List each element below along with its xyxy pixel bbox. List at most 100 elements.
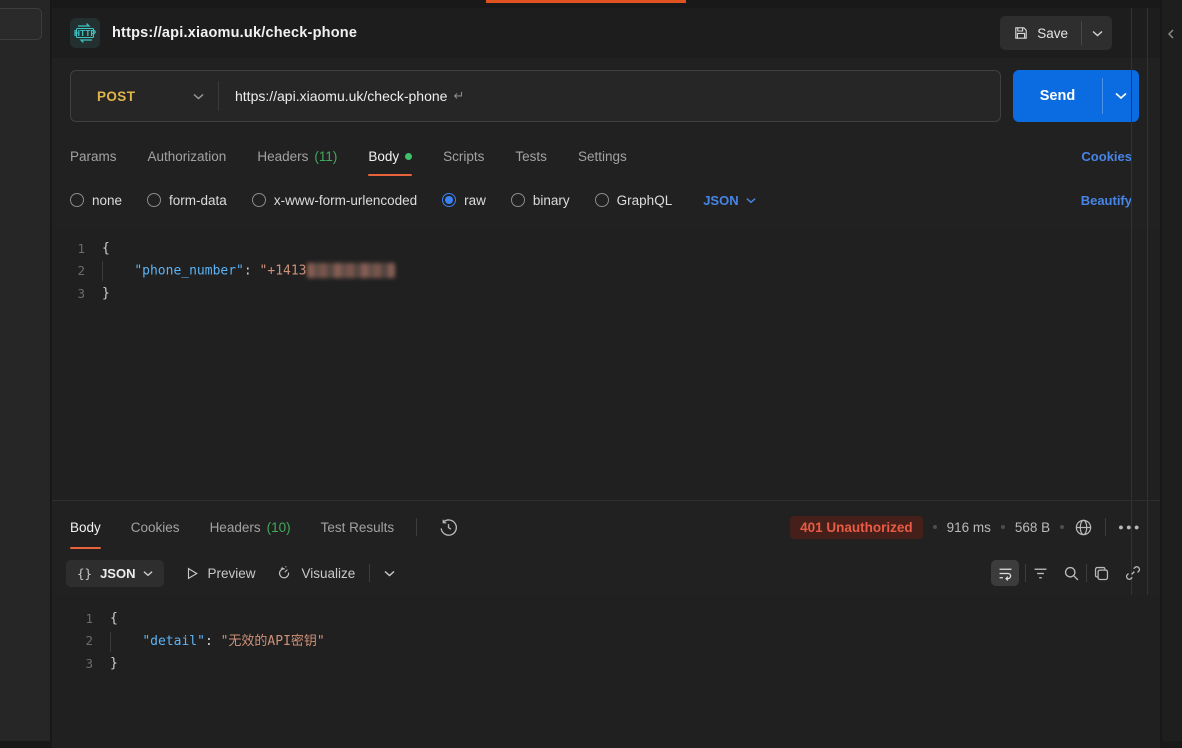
tab-body[interactable]: Body bbox=[368, 136, 412, 176]
tab-tests[interactable]: Tests bbox=[515, 136, 547, 176]
code-token: { bbox=[102, 241, 110, 256]
code-content: "phone_number": "+1413 bbox=[102, 261, 395, 281]
save-icon bbox=[1013, 25, 1029, 41]
chevron-down-icon bbox=[746, 197, 756, 204]
collapse-panel-icon[interactable] bbox=[1165, 28, 1177, 40]
response-tabs: Body Cookies Headers (10) Test Results bbox=[70, 505, 1142, 549]
divider bbox=[416, 518, 417, 536]
raw-language-selector[interactable]: JSON bbox=[703, 193, 755, 208]
right-sidebar bbox=[1161, 0, 1182, 741]
response-headers-count: (10) bbox=[267, 520, 291, 535]
code-line: 1{ bbox=[52, 237, 1159, 260]
link-icon[interactable] bbox=[1124, 564, 1142, 582]
line-number: 3 bbox=[52, 286, 102, 301]
response-tab-body[interactable]: Body bbox=[70, 505, 101, 549]
radio-binary[interactable]: binary bbox=[511, 193, 570, 208]
sidebar-partial-item[interactable] bbox=[0, 8, 42, 40]
response-format-selector[interactable]: {} JSON bbox=[66, 560, 164, 587]
dot-separator bbox=[1001, 525, 1005, 529]
code-token bbox=[103, 263, 134, 278]
url-enter-hint: ↵ bbox=[453, 88, 464, 104]
network-globe-icon[interactable] bbox=[1074, 518, 1093, 537]
line-number: 2 bbox=[52, 633, 110, 648]
response-body-editor[interactable]: 1{2 "detail": "无效的API密钥"3} bbox=[52, 601, 1160, 748]
radio-raw[interactable]: raw bbox=[442, 193, 486, 208]
more-formats-chevron[interactable] bbox=[384, 570, 395, 577]
chevron-down-icon bbox=[143, 570, 153, 577]
save-button[interactable]: Save bbox=[1000, 16, 1081, 50]
divider bbox=[1086, 564, 1087, 582]
save-options-button[interactable] bbox=[1082, 16, 1112, 50]
code-token: : bbox=[244, 263, 260, 278]
status-badge[interactable]: 401 Unauthorized bbox=[790, 516, 923, 539]
url-box: POST https://api.xiaomu.uk/check-phone ↵ bbox=[70, 70, 1001, 122]
tab-headers[interactable]: Headers (11) bbox=[257, 136, 337, 176]
response-tab-cookies[interactable]: Cookies bbox=[131, 505, 180, 549]
response-time[interactable]: 916 ms bbox=[947, 520, 991, 535]
tab-params[interactable]: Params bbox=[70, 136, 117, 176]
request-header: HTTP https://api.xiaomu.uk/check-phone S… bbox=[52, 8, 1160, 58]
radio-graphql[interactable]: GraphQL bbox=[595, 193, 673, 208]
filter-icon[interactable] bbox=[1032, 565, 1049, 582]
http-request-icon: HTTP bbox=[70, 18, 100, 48]
code-content: { bbox=[110, 611, 118, 626]
left-sidebar bbox=[0, 0, 51, 741]
method-caret-icon bbox=[193, 93, 204, 100]
request-body-editor[interactable]: 1{2 "phone_number": "+14133} bbox=[52, 228, 1159, 500]
tab-settings[interactable]: Settings bbox=[578, 136, 627, 176]
save-button-group: Save bbox=[1000, 16, 1112, 50]
response-tab-test-results[interactable]: Test Results bbox=[321, 505, 395, 549]
visualize-sparkle-icon bbox=[275, 564, 293, 582]
radio-none[interactable]: none bbox=[70, 193, 122, 208]
line-number: 1 bbox=[52, 241, 102, 256]
headers-count: (11) bbox=[314, 149, 337, 164]
braces-icon: {} bbox=[77, 566, 92, 581]
wrap-text-icon[interactable] bbox=[991, 560, 1019, 586]
response-size[interactable]: 568 B bbox=[1015, 520, 1050, 535]
save-button-label: Save bbox=[1037, 26, 1068, 41]
response-section: Body Cookies Headers (10) Test Results bbox=[52, 500, 1160, 741]
response-body-panel: 1{2 "detail": "无效的API密钥"3} bbox=[52, 595, 1160, 741]
more-options-icon[interactable]: ●●● bbox=[1118, 522, 1142, 532]
radio-circle-selected bbox=[442, 193, 456, 207]
line-number: 1 bbox=[52, 611, 110, 626]
radio-circle bbox=[252, 193, 266, 207]
copy-icon[interactable] bbox=[1093, 565, 1110, 582]
code-token: { bbox=[110, 611, 118, 626]
request-title: https://api.xiaomu.uk/check-phone bbox=[112, 25, 357, 41]
body-modified-dot bbox=[405, 153, 412, 160]
method-selector[interactable]: POST bbox=[71, 71, 218, 121]
visualize-button[interactable]: Visualize bbox=[275, 564, 355, 582]
active-tab-underline bbox=[368, 174, 412, 176]
code-token: "detail" bbox=[142, 634, 205, 649]
response-meta: 401 Unauthorized 916 ms 568 B ●●● bbox=[790, 516, 1142, 539]
workspace-tabbar bbox=[52, 0, 1160, 8]
main-panel: HTTP https://api.xiaomu.uk/check-phone S… bbox=[52, 0, 1160, 741]
divider bbox=[1025, 564, 1026, 582]
code-token: : bbox=[205, 634, 221, 649]
code-line: 3} bbox=[52, 282, 1159, 305]
response-history-icon[interactable] bbox=[439, 518, 458, 537]
search-icon[interactable] bbox=[1063, 565, 1080, 582]
radio-circle bbox=[147, 193, 161, 207]
body-type-row: none form-data x-www-form-urlencoded raw… bbox=[70, 182, 1132, 218]
preview-button[interactable]: Preview bbox=[184, 566, 255, 581]
line-number: 3 bbox=[52, 656, 110, 671]
radio-form-data[interactable]: form-data bbox=[147, 193, 227, 208]
active-tab-indicator bbox=[486, 0, 686, 3]
code-line: 2 "detail": "无效的API密钥" bbox=[52, 630, 1160, 653]
request-tabs: Params Authorization Headers (11) Body S… bbox=[70, 136, 1132, 176]
code-line: 3} bbox=[52, 652, 1160, 675]
response-tab-headers[interactable]: Headers (10) bbox=[210, 505, 291, 549]
send-button[interactable]: Send bbox=[1013, 70, 1102, 122]
tab-scripts[interactable]: Scripts bbox=[443, 136, 484, 176]
radio-x-www-form-urlencoded[interactable]: x-www-form-urlencoded bbox=[252, 193, 417, 208]
radio-circle bbox=[70, 193, 84, 207]
active-tab-underline bbox=[70, 547, 101, 549]
url-input[interactable]: https://api.xiaomu.uk/check-phone bbox=[219, 88, 447, 104]
code-token: } bbox=[110, 656, 118, 671]
tab-authorization[interactable]: Authorization bbox=[148, 136, 227, 176]
response-tools-right bbox=[991, 560, 1142, 586]
code-token: "+1413 bbox=[260, 263, 307, 278]
code-token: } bbox=[102, 286, 110, 301]
